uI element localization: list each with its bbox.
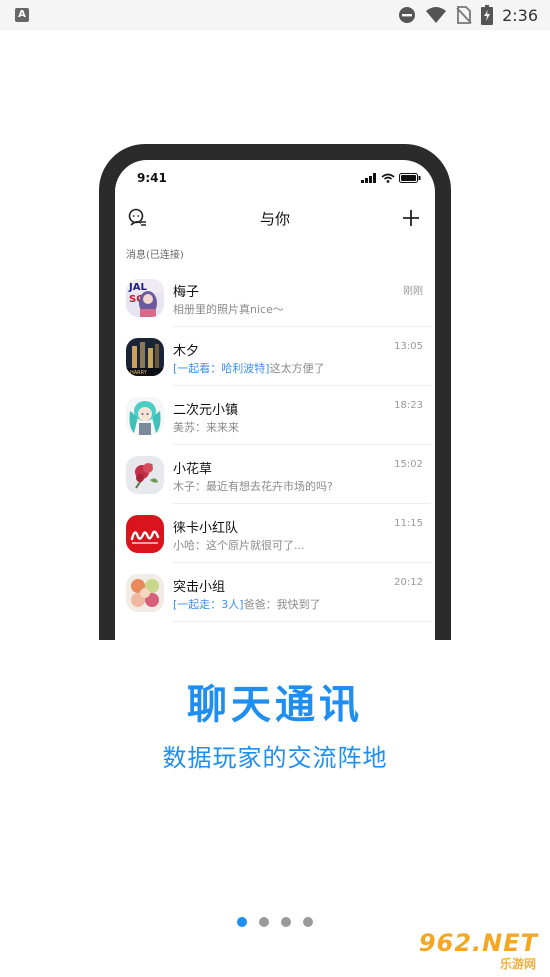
page-dot[interactable] [259, 917, 269, 927]
phone-status-time: 9:41 [137, 171, 167, 185]
chat-time: 刚刚 [403, 286, 423, 297]
status-bar: A 2:36 [0, 0, 550, 30]
wifi-icon [381, 173, 395, 183]
chat-preview: 美苏：来来来 [173, 421, 239, 434]
chat-list: JAL SON 梅子 相册里的照片真nice～ 刚刚 [115, 268, 435, 622]
chat-preview: [一起走：3人]爸爸：我快到了 [173, 598, 321, 611]
chat-preview: [一起看：哈利波特]这太方便了 [173, 362, 325, 375]
plus-icon[interactable] [401, 208, 421, 228]
list-item[interactable]: 徕卡小红队 小哈：这个原片就很可了... 11:15 [115, 504, 435, 563]
headline: 聊天通讯 [187, 682, 363, 728]
phone-screen: 9:41 与你 消息(已连接) JAL 梅子 相册里的照片真nice～ 刚刚 H… [115, 160, 435, 640]
app-notification-icon: A [15, 8, 29, 22]
chat-time: 11:15 [394, 518, 423, 529]
chat-name: 二次元小镇 [173, 403, 239, 418]
chat-time: 13:05 [394, 341, 423, 352]
list-item[interactable]: JAL SON 梅子 相册里的照片真nice～ 刚刚 [115, 268, 435, 327]
chat-name: 徕卡小红队 [173, 521, 239, 536]
chat-name: 梅子 [173, 285, 200, 300]
svg-text:HARRY: HARRY [130, 370, 148, 376]
page-dot[interactable] [281, 917, 291, 927]
chat-name: 小花草 [173, 462, 213, 477]
chat-preview: 木子：最近有想去花卉市场的吗? [173, 480, 333, 493]
avatar: HARRY [126, 338, 164, 376]
page-indicator [0, 917, 550, 927]
wifi-icon [426, 7, 447, 23]
battery-icon [481, 5, 494, 25]
watermark-main: 962.NET [418, 929, 538, 957]
status-time: 2:36 [502, 5, 538, 25]
chat-preview: 小哈：这个原片就很可了... [173, 539, 305, 552]
chat-preview: 相册里的照片真nice～ [173, 303, 284, 316]
avatar [126, 456, 164, 494]
page-dot-active[interactable] [237, 917, 247, 927]
no-sim-icon [456, 6, 472, 24]
battery-icon [399, 173, 421, 183]
chat-name: 木夕 [173, 344, 200, 359]
chat-header: 与你 [115, 200, 435, 236]
avatar [126, 574, 164, 612]
list-item[interactable]: 小花草 木子：最近有想去花卉市场的吗? 15:02 [115, 445, 435, 504]
avatar: JAL SON [126, 279, 164, 317]
list-item[interactable]: 二次元小镇 美苏：来来来 18:23 [115, 386, 435, 445]
chat-time: 18:23 [394, 400, 423, 411]
chat-time: 20:12 [394, 577, 423, 588]
signal-icon [361, 173, 376, 183]
phone-mockup: 9:41 与你 消息(已连接) JAL 梅子 相册里的照片真nice～ 刚刚 H… [99, 144, 451, 640]
list-item[interactable]: HARRY 木夕 [一起看：哈利波特]这太方便了 13:05 [115, 327, 435, 386]
watermark-logo: 962.NET 乐游网 [414, 929, 542, 973]
subline: 数据玩家的交流阵地 [162, 744, 388, 772]
list-item[interactable]: 突击小组 [一起走：3人]爸爸：我快到了 20:12 [115, 563, 435, 622]
section-label: 消息(已连接) [126, 250, 184, 261]
svg-text:JAL: JAL [128, 282, 147, 293]
chat-header-title: 与你 [259, 210, 290, 228]
page-dot[interactable] [303, 917, 313, 927]
do-not-disturb-icon [399, 7, 416, 23]
watermark-sub: 乐游网 [499, 957, 536, 971]
avatar [126, 397, 164, 435]
avatar [126, 515, 164, 553]
phone-status-bar: 9:41 [115, 160, 435, 196]
chat-time: 15:02 [394, 459, 423, 470]
chat-name: 突击小组 [173, 580, 226, 595]
